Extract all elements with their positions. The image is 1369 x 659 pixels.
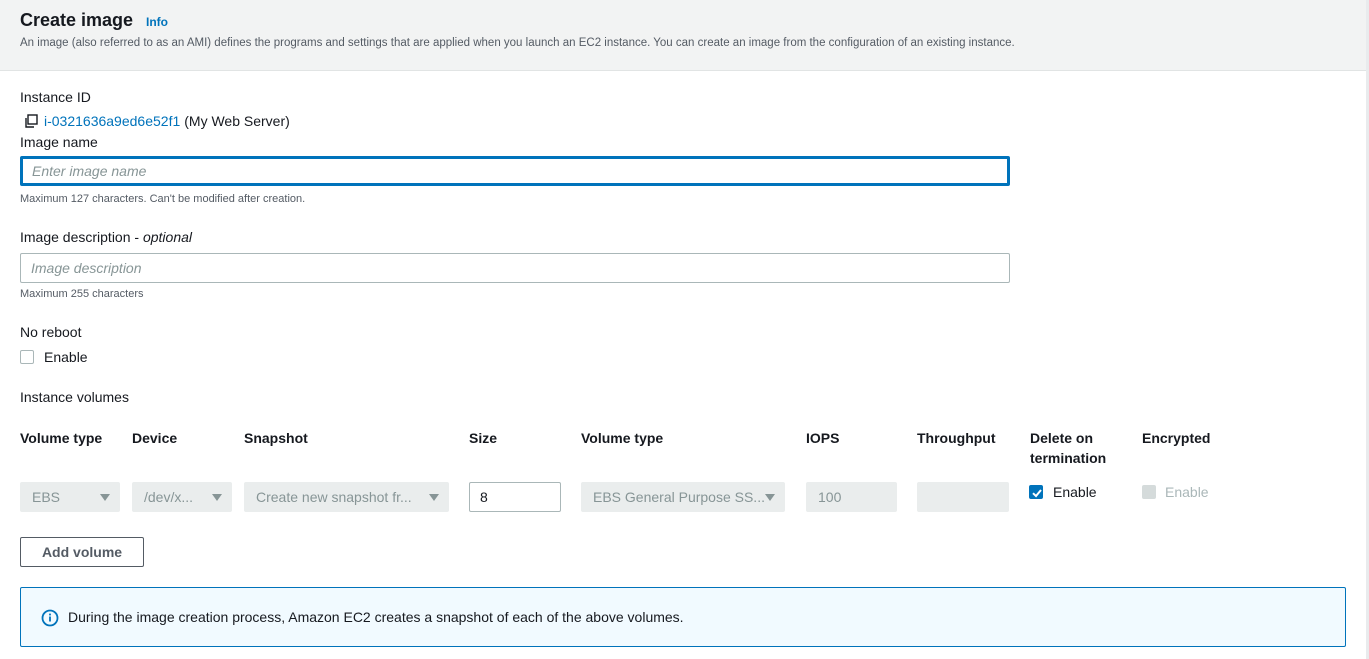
page-title: Create image [20,10,134,30]
ebs-volume-type-select[interactable]: EBS General Purpose SS... [581,482,785,512]
image-name-label: Image name [20,134,98,150]
caret-down-icon [100,494,110,501]
device-value: /dev/x... [144,489,194,505]
encrypted-label: Enable [1165,484,1209,500]
copy-icon[interactable] [24,114,38,128]
caret-down-icon [212,494,222,501]
page-header: Create image Info An image (also referre… [0,0,1366,71]
col-device: Device [132,430,178,446]
instance-name: (My Web Server) [184,113,290,129]
snapshot-select[interactable]: Create new snapshot fr... [244,482,449,512]
add-volume-button[interactable]: Add volume [20,537,144,567]
info-circle-icon [41,609,59,627]
col-delete-on-line1: Delete on [1030,430,1094,446]
col-iops: IOPS [806,430,840,446]
col-size: Size [469,430,498,446]
col-volume-type: Volume type [20,430,103,446]
image-description-label: Image description - optional [20,229,193,245]
page-description: An image (also referred to as an AMI) de… [20,37,1015,49]
delete-on-termination-checkbox[interactable] [1029,485,1043,499]
check-icon [1032,489,1042,498]
col-snapshot: Snapshot [244,430,308,446]
no-reboot-enable-label[interactable]: Enable [44,349,88,365]
instance-id-label: Instance ID [20,89,91,105]
delete-on-termination-label[interactable]: Enable [1053,484,1097,500]
no-reboot-label: No reboot [20,324,82,340]
image-description-label-text: Image description [20,229,131,245]
snapshot-value: Create new snapshot fr... [256,489,412,505]
volume-type-select[interactable]: EBS [20,482,120,512]
optional-tag: optional [142,229,193,245]
col-delete-on-termination: Delete on termination [1030,428,1106,468]
image-name-input[interactable] [20,156,1010,186]
instance-id-link[interactable]: i-0321636a9ed6e52f1 [44,113,180,129]
volume-type-value: EBS [32,489,61,505]
device-select[interactable]: /dev/x... [132,482,232,512]
info-link[interactable]: Info [146,15,168,29]
caret-down-icon [765,494,775,501]
throughput-input[interactable] [917,482,1009,512]
col-throughput: Throughput [917,430,996,446]
ebs-volume-type-value: EBS General Purpose SS... [593,489,765,505]
no-reboot-checkbox[interactable] [20,350,34,364]
info-alert: During the image creation process, Amazo… [20,587,1346,647]
col-ebs-volume-type: Volume type [581,430,664,446]
col-encrypted: Encrypted [1142,430,1211,446]
instance-id-row: i-0321636a9ed6e52f1 (My Web Server) [24,113,290,129]
iops-input[interactable]: 100 [806,482,897,512]
image-description-input[interactable] [20,253,1010,283]
encrypted-checkbox[interactable] [1142,485,1156,499]
size-input[interactable]: 8 [469,482,561,512]
caret-down-icon [429,494,439,501]
image-description-hint: Maximum 255 characters [20,288,144,300]
image-name-hint: Maximum 127 characters. Can't be modifie… [20,193,306,205]
alert-text: During the image creation process, Amazo… [68,609,684,625]
col-delete-on-line2: termination [1030,450,1107,466]
instance-volumes-label: Instance volumes [20,389,129,405]
